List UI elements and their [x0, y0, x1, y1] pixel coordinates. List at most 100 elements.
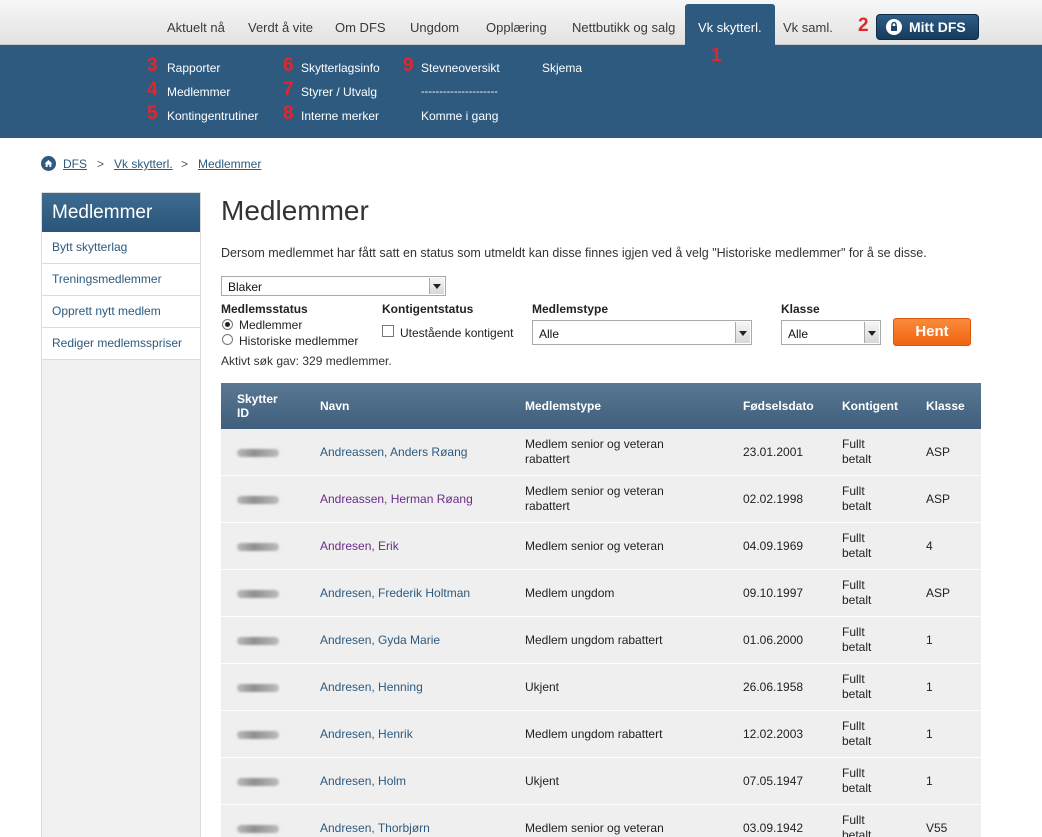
- sidebar-title: Medlemmer: [42, 193, 200, 232]
- member-birthdate: 02.02.1998: [743, 492, 804, 506]
- member-type: Medlem senior og veteran: [525, 539, 664, 553]
- table-row[interactable]: Andreassen, Herman Røang Medlem senior og…: [221, 476, 981, 523]
- sidebar-item-bytt-skytterlag[interactable]: Bytt skytterlag: [42, 232, 200, 264]
- table-row[interactable]: Andresen, Frederik Holtman Medlem ungdom 0…: [221, 570, 981, 617]
- sidebar-item-rediger-medlemsspriser[interactable]: Rediger medlemsspriser: [42, 328, 200, 360]
- klasse-value: Alle: [788, 327, 809, 341]
- header-fodselsdato[interactable]: Fødselsdato: [743, 399, 814, 413]
- member-type: Ukjent: [525, 774, 560, 788]
- radio-historiske-label: Historiske medlemmer: [239, 334, 359, 348]
- chevron-down-icon: [864, 322, 879, 343]
- header-medlemstype[interactable]: Medlemstype: [525, 399, 601, 413]
- home-icon[interactable]: [41, 156, 56, 171]
- member-klasse: V55: [926, 821, 948, 835]
- breadcrumb-vk-skytterl[interactable]: Vk skytterl.: [114, 157, 173, 171]
- member-birthdate: 09.10.1997: [743, 586, 804, 600]
- breadcrumb-separator: >: [97, 157, 105, 171]
- annotation-2: 2: [858, 15, 869, 36]
- klasse-label: Klasse: [781, 302, 820, 316]
- member-birthdate: 07.05.1947: [743, 774, 804, 788]
- submenu-interne-merker[interactable]: Interne merker: [301, 109, 379, 123]
- member-klasse: 1: [926, 680, 933, 694]
- submenu-skjema[interactable]: Skjema: [542, 61, 582, 75]
- breadcrumb-medlemmer[interactable]: Medlemmer: [198, 157, 261, 171]
- table-row[interactable]: Andreassen, Anders Røang Medlem senior og…: [221, 429, 981, 476]
- submenu-kontingentrutiner[interactable]: Kontingentrutiner: [167, 109, 258, 123]
- intro-text: Dersom medlemmet har fått satt en status…: [221, 246, 927, 260]
- table-row[interactable]: Andresen, Thorbjørn Medlem senior og vete…: [221, 805, 981, 837]
- utestaende-checkbox[interactable]: [382, 325, 394, 337]
- member-fee-status: Fullt betalt: [842, 719, 872, 748]
- tab-verdt-a-vite[interactable]: Verdt å vite: [248, 20, 313, 35]
- member-name-link[interactable]: Andreassen, Anders Røang: [320, 445, 467, 460]
- member-name-link[interactable]: Andresen, Thorbjørn: [320, 821, 430, 836]
- sidebar-item-opprett-nytt-medlem[interactable]: Opprett nytt medlem: [42, 296, 200, 328]
- member-name-link[interactable]: Andreassen, Herman Røang: [320, 492, 473, 507]
- member-type: Medlem ungdom rabattert: [525, 633, 663, 647]
- annotation-3: 3: [147, 55, 158, 76]
- table-row[interactable]: Andresen, Gyda Marie Medlem ungdom rabatt…: [221, 617, 981, 664]
- table-row[interactable]: Andresen, Henning Ukjent 26.06.1958 Fullt b…: [221, 664, 981, 711]
- tab-ungdom[interactable]: Ungdom: [410, 20, 459, 35]
- member-name-link[interactable]: Andresen, Gyda Marie: [320, 633, 440, 648]
- annotation-8: 8: [283, 103, 294, 124]
- submenu-stevneoversikt[interactable]: Stevneoversikt: [421, 61, 500, 75]
- tab-nettbutikk[interactable]: Nettbutikk og salg: [572, 20, 675, 35]
- member-name-link[interactable]: Andresen, Holm: [320, 774, 406, 789]
- member-klasse: ASP: [926, 586, 951, 600]
- member-type: Medlem ungdom: [525, 586, 615, 600]
- submenu-skytterlagsinfo[interactable]: Skytterlagsinfo: [301, 61, 380, 75]
- kontigent-label: Kontigentstatus: [382, 302, 474, 316]
- mitt-dfs-button[interactable]: Mitt DFS: [876, 14, 979, 40]
- member-name-link[interactable]: Andresen, Erik: [320, 539, 399, 554]
- table-row[interactable]: Andresen, Holm Ukjent 07.05.1947 Fullt beta…: [221, 758, 981, 805]
- header-navn[interactable]: Navn: [320, 399, 349, 413]
- skytter-id-redacted: [237, 543, 279, 551]
- annotation-4: 4: [147, 79, 158, 100]
- member-fee-status: Fullt betalt: [842, 437, 872, 466]
- breadcrumb-dfs[interactable]: DFS: [63, 157, 87, 171]
- skytter-id-redacted: [237, 590, 279, 598]
- klasse-select[interactable]: Alle: [781, 320, 881, 345]
- mitt-dfs-label: Mitt DFS: [909, 19, 966, 35]
- submenu-separator: ---------------------: [421, 86, 498, 98]
- submenu-komme-i-gang[interactable]: Komme i gang: [421, 109, 498, 123]
- tab-om-dfs[interactable]: Om DFS: [335, 20, 386, 35]
- breadcrumb-separator: >: [181, 157, 189, 171]
- submenu-rapporter[interactable]: Rapporter: [167, 61, 220, 75]
- member-name-link[interactable]: Andresen, Henrik: [320, 727, 413, 742]
- member-type: Ukjent: [525, 680, 560, 694]
- table-row[interactable]: Andresen, Erik Medlem senior og veteran 04…: [221, 523, 981, 570]
- radio-historiske[interactable]: [222, 334, 233, 345]
- medlemstype-value: Alle: [539, 327, 560, 341]
- tab-vk-saml[interactable]: Vk saml.: [783, 20, 833, 35]
- member-birthdate: 12.02.2003: [743, 727, 804, 741]
- member-name-link[interactable]: Andresen, Frederik Holtman: [320, 586, 470, 601]
- header-kontigent[interactable]: Kontigent: [842, 399, 898, 413]
- table-row[interactable]: Andresen, Henrik Medlem ungdom rabattert 1…: [221, 711, 981, 758]
- member-fee-status: Fullt betalt: [842, 813, 872, 837]
- annotation-1: 1: [711, 45, 722, 66]
- skytter-id-redacted: [237, 778, 279, 786]
- submenu-styrer-utvalg[interactable]: Styrer / Utvalg: [301, 85, 377, 99]
- tab-aktuelt-na[interactable]: Aktuelt nå: [167, 20, 225, 35]
- member-fee-status: Fullt betalt: [842, 578, 872, 607]
- radio-medlemmer[interactable]: [222, 319, 233, 330]
- submenu-medlemmer[interactable]: Medlemmer: [167, 85, 230, 99]
- tab-opplaering[interactable]: Opplæring: [486, 20, 547, 35]
- tab-vk-skytterl[interactable]: Vk skytterl.: [685, 4, 775, 46]
- member-fee-status: Fullt betalt: [842, 625, 872, 654]
- header-klasse[interactable]: Klasse: [926, 399, 965, 413]
- member-birthdate: 26.06.1958: [743, 680, 804, 694]
- skytter-id-redacted: [237, 496, 279, 504]
- medlemstype-select[interactable]: Alle: [532, 320, 752, 345]
- member-klasse: 1: [926, 727, 933, 741]
- member-klasse: 1: [926, 633, 933, 647]
- radio-medlemmer-label: Medlemmer: [239, 318, 303, 332]
- sidebar-item-treningsmedlemmer[interactable]: Treningsmedlemmer: [42, 264, 200, 296]
- sidebar: Medlemmer Bytt skytterlag Treningsmedlem…: [41, 192, 201, 837]
- hent-button[interactable]: Hent: [893, 318, 971, 346]
- member-name-link[interactable]: Andresen, Henning: [320, 680, 423, 695]
- result-count: Aktivt søk gav: 329 medlemmer.: [221, 354, 392, 368]
- club-select[interactable]: Blaker: [221, 276, 446, 296]
